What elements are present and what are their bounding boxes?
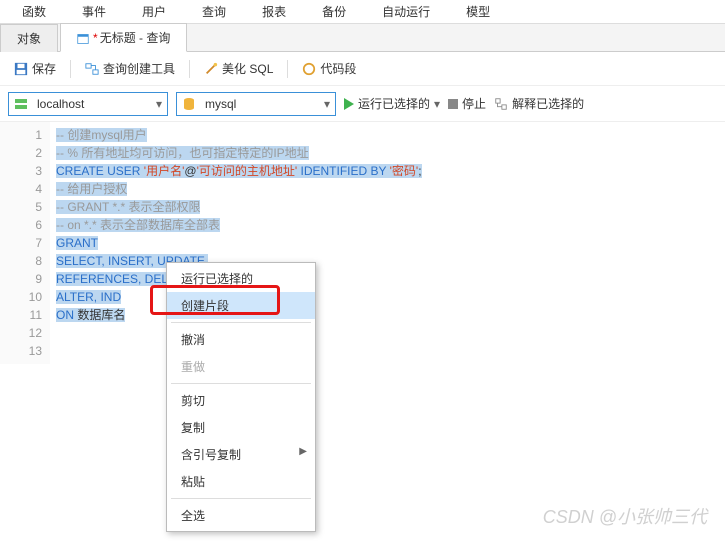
run-label: 运行已选择的: [358, 95, 430, 112]
context-menu-item[interactable]: 剪切: [167, 387, 315, 414]
menu-item-4[interactable]: 报表: [244, 0, 304, 23]
context-menu-item[interactable]: 含引号复制▶: [167, 441, 315, 468]
separator: [189, 60, 190, 78]
save-label: 保存: [32, 60, 56, 77]
sql-editor[interactable]: 12345678910111213 -- 创建mysql用户-- % 所有地址均…: [0, 122, 725, 364]
database-icon: [181, 96, 197, 112]
query-builder-button[interactable]: 查询创建工具: [79, 57, 181, 80]
code-line: -- 创建mysql用户: [56, 126, 719, 144]
context-menu-item[interactable]: 复制: [167, 414, 315, 441]
beautify-label: 美化 SQL: [222, 60, 273, 77]
context-menu-item[interactable]: 运行已选择的: [167, 265, 315, 292]
separator: [287, 60, 288, 78]
editor-context-menu: 运行已选择的创建片段撤消重做剪切复制含引号复制▶粘贴全选: [166, 262, 316, 532]
code-line: CREATE USER '用户名'@'可访问的主机地址' IDENTIFIED …: [56, 162, 719, 180]
query-icon: [77, 33, 89, 45]
context-menu-item[interactable]: 粘贴: [167, 468, 315, 495]
stop-button[interactable]: 停止: [448, 95, 486, 112]
context-menu-item[interactable]: 撤消: [167, 326, 315, 353]
snippet-button[interactable]: 代码段: [296, 57, 362, 80]
save-button[interactable]: 保存: [8, 57, 62, 80]
menu-item-0[interactable]: 函数: [4, 0, 64, 23]
tab-label: 无标题 - 查询: [100, 31, 171, 45]
stop-icon: [448, 99, 458, 109]
code-line: -- 给用户授权: [56, 180, 719, 198]
code-line: SELECT, INSERT, UPDATE,: [56, 252, 719, 270]
code-line: GRANT: [56, 234, 719, 252]
line-gutter: 12345678910111213: [0, 122, 50, 364]
separator: [70, 60, 71, 78]
code-line: -- % 所有地址均可访问，也可指定特定的IP地址: [56, 144, 719, 162]
code-line: -- on *.* 表示全部数据库全部表: [56, 216, 719, 234]
context-menu-item[interactable]: 全选: [167, 502, 315, 529]
connection-row: localhost ▾ mysql ▾ 运行已选择的 ▾ 停止 解释已选择的: [0, 86, 725, 122]
menu-item-5[interactable]: 备份: [304, 0, 364, 23]
context-menu-item[interactable]: 创建片段: [167, 292, 315, 319]
tab-objects[interactable]: 对象: [0, 24, 58, 52]
database-value: mysql: [201, 97, 319, 111]
run-selected-button[interactable]: 运行已选择的 ▾: [344, 95, 440, 112]
context-menu-separator: [171, 498, 311, 499]
query-toolbar: 保存 查询创建工具 美化 SQL 代码段: [0, 52, 725, 86]
play-icon: [344, 98, 354, 110]
query-builder-label: 查询创建工具: [103, 60, 175, 77]
stop-label: 停止: [462, 95, 486, 112]
code-line: ALTER, IND IEW: [56, 288, 719, 306]
snippet-icon: [302, 62, 316, 76]
context-menu-item: 重做: [167, 353, 315, 380]
submenu-arrow-icon: ▶: [299, 446, 307, 457]
beautify-sql-button[interactable]: 美化 SQL: [198, 57, 279, 80]
menu-item-2[interactable]: 用户: [124, 0, 184, 23]
explain-selected-button[interactable]: 解释已选择的: [494, 95, 584, 112]
wand-icon: [204, 62, 218, 76]
context-menu-separator: [171, 383, 311, 384]
save-icon: [14, 62, 28, 76]
snippet-label: 代码段: [320, 60, 356, 77]
code-area[interactable]: -- 创建mysql用户-- % 所有地址均可访问，也可指定特定的IP地址CRE…: [50, 122, 725, 364]
chevron-down-icon: ▾: [319, 97, 335, 111]
server-dropdown[interactable]: localhost ▾: [8, 92, 168, 116]
menu-item-6[interactable]: 自动运行: [364, 0, 448, 23]
explain-icon: [494, 97, 508, 111]
main-menubar: 函数事件用户查询报表备份自动运行模型: [0, 0, 725, 24]
code-line: -- GRANT *.* 表示全部权限: [56, 198, 719, 216]
database-dropdown[interactable]: mysql ▾: [176, 92, 336, 116]
menu-item-3[interactable]: 查询: [184, 0, 244, 23]
context-menu-separator: [171, 322, 311, 323]
code-line: REFERENCES, DELETE, CREATE, DROP,: [56, 270, 719, 288]
tab-bar: 对象 *无标题 - 查询: [0, 24, 725, 52]
query-builder-icon: [85, 62, 99, 76]
watermark: CSDN @小张帅三代: [543, 503, 707, 529]
explain-label: 解释已选择的: [512, 95, 584, 112]
code-line: ON 数据库名 问的主机地址';: [56, 306, 719, 324]
server-icon: [13, 96, 29, 112]
tab-untitled-query[interactable]: *无标题 - 查询: [60, 23, 187, 52]
menu-item-1[interactable]: 事件: [64, 0, 124, 23]
menu-item-7[interactable]: 模型: [448, 0, 508, 23]
server-value: localhost: [33, 97, 151, 111]
tab-label: 对象: [17, 32, 41, 46]
dirty-indicator: *: [93, 31, 98, 45]
chevron-down-icon: ▾: [434, 97, 440, 111]
chevron-down-icon: ▾: [151, 97, 167, 111]
